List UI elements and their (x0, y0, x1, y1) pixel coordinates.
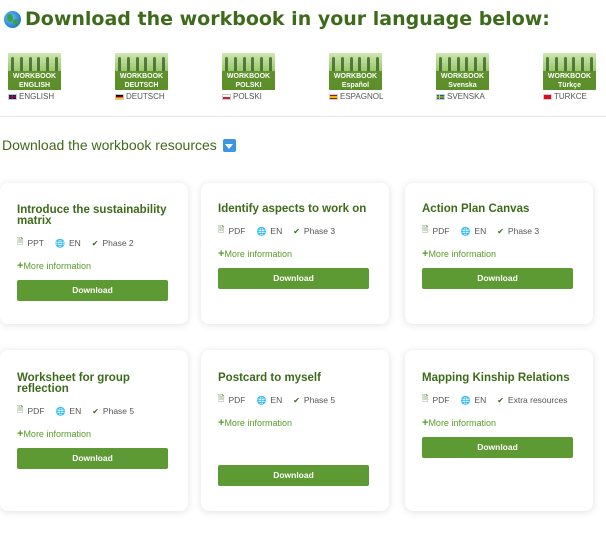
download-button[interactable]: Download (422, 437, 573, 458)
page-title: Download the workbook in your language b… (4, 8, 550, 30)
resource-card: Identify aspects to work on 🗎 PDF 🌐 EN ✔ Ph… (201, 183, 389, 324)
section-title-text: Download the workbook resources (2, 137, 217, 153)
sweden-flag-icon (436, 93, 445, 100)
workbook-cover-deutsch: WORKBOOK DEUTSCH (115, 53, 168, 90)
more-information-link[interactable]: +More information (422, 248, 576, 260)
card-language: EN (474, 226, 487, 236)
download-button[interactable]: Download (218, 268, 369, 289)
file-icon: 🗎 (218, 394, 225, 403)
file-icon: 🗎 (422, 394, 429, 403)
card-phase: Phase 2 (102, 238, 134, 248)
card-language: EN (69, 406, 82, 416)
card-format: PDF (432, 395, 450, 405)
more-information-link[interactable]: +More information (17, 260, 171, 272)
workbook-cover-svenska: WORKBOOK Svenska (436, 53, 489, 90)
uk-flag-icon (8, 93, 17, 100)
page-title-text: Download the workbook in your language b… (25, 8, 550, 30)
check-icon: ✔ (293, 395, 300, 405)
globe-small-icon: 🌐 (54, 238, 65, 248)
language-caption: SVENSKA (447, 92, 485, 101)
card-language: EN (68, 238, 81, 248)
resource-card: Introduce the sustainability matrix 🗎 PPT… (0, 183, 188, 324)
card-title: Action Plan Canvas (422, 203, 530, 215)
file-icon: 🗎 (218, 225, 225, 234)
card-phase: Phase 5 (102, 406, 135, 416)
turkey-flag-icon (543, 93, 552, 100)
file-icon: 🗎 (17, 237, 24, 246)
card-format: PDF (432, 226, 450, 236)
globe-small-icon: 🌐 (460, 226, 471, 236)
card-title: Worksheet for group reflection (17, 372, 130, 395)
language-link-deutsch[interactable]: WORKBOOK DEUTSCH DEUTSCH (115, 53, 185, 101)
card-meta: 🗎 PDF 🌐 EN ✔ Phase 3 (218, 224, 372, 238)
poland-flag-icon (222, 93, 231, 100)
globe-icon (4, 10, 21, 28)
file-icon: 🗎 (422, 225, 429, 234)
card-meta: 🗎 PDF 🌐 EN ✔ Phase 3 (422, 224, 576, 238)
check-icon: ✔ (497, 395, 504, 405)
card-title: Postcard to myself (218, 372, 321, 384)
card-meta: 🗎 PDF 🌐 EN ✔ Phase 5 (218, 393, 372, 407)
down-arrow-icon (222, 138, 236, 152)
card-format: PPT (27, 238, 44, 248)
resource-card: Mapping Kinship Relations 🗎 PDF 🌐 EN ✔ Extr… (405, 350, 593, 511)
check-icon: ✔ (92, 406, 99, 416)
language-caption: DEUTSCH (126, 92, 165, 101)
card-phase: Extra resources (507, 395, 568, 405)
workbook-cover-english: WORKBOOK ENGLISH (8, 53, 61, 90)
file-icon: 🗎 (17, 405, 24, 414)
language-link-turkce[interactable]: WORKBOOK Türkçe TURKCE (543, 53, 606, 101)
card-title: Identify aspects to work on (218, 203, 367, 215)
more-information-link[interactable]: +More information (218, 248, 372, 260)
download-button[interactable]: Download (218, 465, 369, 486)
card-meta: 🗎 PDF 🌐 EN ✔ Extra resources (422, 393, 576, 407)
card-format: PDF (228, 395, 246, 405)
globe-small-icon: 🌐 (460, 395, 471, 405)
card-title: Mapping Kinship Relations (422, 372, 570, 384)
card-language: EN (270, 395, 283, 405)
more-information-link[interactable]: +More information (218, 417, 372, 429)
download-button[interactable]: Download (422, 268, 573, 289)
globe-small-icon: 🌐 (55, 406, 66, 416)
resource-card: Action Plan Canvas 🗎 PDF 🌐 EN ✔ Phase 3 +Mo… (405, 183, 593, 324)
language-link-english[interactable]: WORKBOOK ENGLISH ENGLISH (8, 53, 78, 101)
card-language: EN (474, 395, 487, 405)
card-meta: 🗎 PPT 🌐 EN ✔ Phase 2 (17, 236, 171, 250)
card-format: PDF (228, 226, 246, 236)
check-icon: ✔ (293, 226, 300, 236)
card-format: PDF (27, 406, 45, 416)
download-button[interactable]: Download (17, 280, 168, 301)
globe-small-icon: 🌐 (256, 226, 267, 236)
language-link-espanol[interactable]: WORKBOOK Español ESPAGNOL (329, 53, 399, 101)
language-link-svenska[interactable]: WORKBOOK Svenska SVENSKA (436, 53, 506, 101)
section-title: Download the workbook resources (2, 137, 236, 153)
check-icon: ✔ (91, 238, 99, 248)
workbook-cover-polski: WORKBOOK POLSKI (222, 53, 275, 90)
resource-card: Postcard to myself 🗎 PDF 🌐 EN ✔ Phase 5 +Mo… (201, 350, 389, 511)
language-caption: POLSKI (233, 92, 262, 101)
globe-small-icon: 🌐 (256, 395, 267, 405)
card-title: Introduce the sustainability matrix (17, 204, 167, 227)
more-information-link[interactable]: +More information (422, 417, 576, 429)
language-link-polski[interactable]: WORKBOOK POLSKI POLSKI (222, 53, 292, 101)
resource-card: Worksheet for group reflection 🗎 PDF 🌐 EN … (0, 350, 188, 511)
germany-flag-icon (115, 93, 124, 100)
spain-flag-icon (329, 93, 338, 100)
workbook-cover-turkce: WORKBOOK Türkçe (543, 53, 596, 90)
card-meta: 🗎 PDF 🌐 EN ✔ Phase 5 (17, 404, 171, 418)
language-caption: ESPAGNOL (340, 92, 384, 101)
card-phase: Phase 3 (507, 226, 540, 236)
language-caption: ENGLISH (19, 92, 55, 101)
check-icon: ✔ (497, 226, 504, 236)
workbook-cover-espanol: WORKBOOK Español (329, 53, 382, 90)
language-caption: TURKCE (554, 92, 587, 101)
card-phase: Phase 3 (303, 226, 336, 236)
card-language: EN (270, 226, 283, 236)
download-button[interactable]: Download (17, 448, 168, 469)
divider (0, 116, 606, 117)
more-information-link[interactable]: +More information (17, 428, 171, 440)
card-phase: Phase 5 (303, 395, 336, 405)
language-selector: WORKBOOK ENGLISH ENGLISH WORKBOOK DEUTSCH … (0, 53, 606, 105)
